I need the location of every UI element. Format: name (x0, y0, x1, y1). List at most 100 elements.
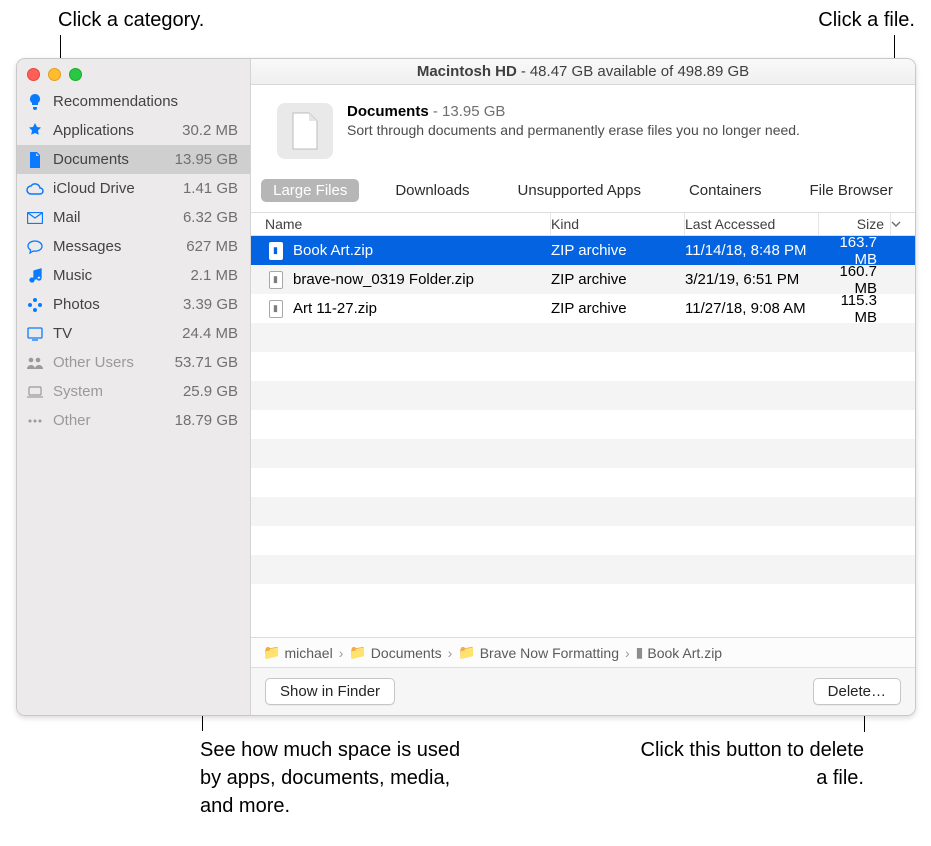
table-row-empty (251, 555, 915, 584)
file-kind: ZIP archive (551, 271, 685, 288)
sidebar-item-applications[interactable]: Applications 30.2 MB (17, 116, 250, 145)
ellipsis-icon (25, 418, 45, 424)
document-large-icon (277, 103, 333, 159)
users-icon (25, 357, 45, 369)
file-date: 11/27/18, 9:08 AM (685, 300, 819, 317)
sidebar-item-other-users[interactable]: Other Users 53.71 GB (17, 348, 250, 377)
folder-icon: 📁 (263, 644, 280, 661)
sidebar-item-label: Other Users (53, 354, 167, 371)
summary-size: 13.95 GB (442, 103, 505, 120)
summary: Documents - 13.95 GB Sort through docume… (251, 85, 915, 173)
photos-icon (25, 297, 45, 313)
column-kind[interactable]: Kind (551, 213, 685, 235)
folder-icon: 📁 (349, 644, 366, 661)
sidebar-item-size: 25.9 GB (183, 383, 238, 400)
folder-icon: 📁 (458, 644, 475, 661)
tab-file-browser[interactable]: File Browser (798, 179, 905, 202)
sidebar-item-label: Documents (53, 151, 167, 168)
tab-containers[interactable]: Containers (677, 179, 774, 202)
window-controls (17, 59, 250, 87)
table-row-empty (251, 352, 915, 381)
callout-category: Click a category. (58, 6, 204, 34)
sidebar-item-recommendations[interactable]: Recommendations (17, 87, 250, 116)
table-row-empty (251, 323, 915, 352)
tabs: Large Files Downloads Unsupported Apps C… (251, 173, 915, 212)
sidebar-item-label: Music (53, 267, 182, 284)
table-row[interactable]: ▮Book Art.zip ZIP archive 11/14/18, 8:48… (251, 236, 915, 265)
tab-large-files[interactable]: Large Files (261, 179, 359, 202)
summary-title: Documents (347, 103, 429, 120)
path-segment[interactable]: Book Art.zip (647, 645, 722, 661)
table-row-empty (251, 497, 915, 526)
sidebar-item-icloud[interactable]: iCloud Drive 1.41 GB (17, 174, 250, 203)
messages-icon (25, 240, 45, 254)
disk-name: Macintosh HD (417, 63, 517, 80)
table-row-empty (251, 381, 915, 410)
laptop-icon (25, 386, 45, 398)
chevron-down-icon (891, 221, 901, 227)
callout-delete: Click this button to delete a file. (634, 736, 864, 792)
sidebar-item-mail[interactable]: Mail 6.32 GB (17, 203, 250, 232)
sidebar-item-size: 2.1 MB (190, 267, 238, 284)
music-icon (25, 268, 45, 284)
sidebar-item-label: iCloud Drive (53, 180, 175, 197)
delete-button[interactable]: Delete… (813, 678, 901, 705)
close-button[interactable] (27, 68, 40, 81)
sidebar-item-tv[interactable]: TV 24.4 MB (17, 319, 250, 348)
callout-line (864, 716, 865, 732)
file-size: 115.3 MB (819, 292, 891, 326)
table-row[interactable]: ▮brave-now_0319 Folder.zip ZIP archive 3… (251, 265, 915, 294)
mail-icon (25, 212, 45, 224)
document-icon (25, 152, 45, 168)
zip-file-icon: ▮ (269, 300, 283, 318)
sidebar-item-size: 24.4 MB (182, 325, 238, 342)
column-size[interactable]: Size (819, 213, 891, 235)
sidebar-item-music[interactable]: Music 2.1 MB (17, 261, 250, 290)
sidebar: Recommendations Applications 30.2 MB Doc… (17, 59, 251, 715)
window-title: Macintosh HD - 48.47 GB available of 498… (251, 59, 915, 85)
show-in-finder-button[interactable]: Show in Finder (265, 678, 395, 705)
chevron-right-icon: › (446, 645, 455, 661)
path-bar: 📁 michael › 📁 Documents › 📁 Brave Now Fo… (251, 637, 915, 667)
sidebar-item-size: 6.32 GB (183, 209, 238, 226)
tab-unsupported-apps[interactable]: Unsupported Apps (506, 179, 653, 202)
tv-icon (25, 327, 45, 341)
summary-desc: Sort through documents and permanently e… (347, 122, 800, 138)
path-segment[interactable]: michael (284, 645, 332, 661)
cloud-icon (25, 183, 45, 195)
table-row-empty (251, 468, 915, 497)
sidebar-item-messages[interactable]: Messages 627 MB (17, 232, 250, 261)
path-segment[interactable]: Documents (371, 645, 442, 661)
file-list: ▮Book Art.zip ZIP archive 11/14/18, 8:48… (251, 236, 915, 637)
sidebar-item-label: Mail (53, 209, 175, 226)
tab-downloads[interactable]: Downloads (383, 179, 481, 202)
sidebar-item-label: Photos (53, 296, 175, 313)
zoom-button[interactable] (69, 68, 82, 81)
column-options-menu[interactable] (891, 213, 915, 235)
sidebar-item-documents[interactable]: Documents 13.95 GB (17, 145, 250, 174)
sidebar-item-other[interactable]: Other 18.79 GB (17, 406, 250, 435)
apps-icon (25, 123, 45, 139)
sidebar-item-photos[interactable]: Photos 3.39 GB (17, 290, 250, 319)
chevron-right-icon: › (623, 645, 632, 661)
callout-space: See how much space is used by apps, docu… (200, 736, 480, 820)
sidebar-item-label: TV (53, 325, 174, 342)
column-name[interactable]: Name (251, 213, 551, 235)
file-name: brave-now_0319 Folder.zip (293, 271, 474, 288)
table-row[interactable]: ▮ Art 11-27.zip ZIP archive 11/27/18, 9:0… (251, 294, 915, 323)
path-segment[interactable]: Brave Now Formatting (480, 645, 619, 661)
column-last-accessed[interactable]: Last Accessed (685, 213, 819, 235)
sidebar-item-size: 18.79 GB (175, 412, 238, 429)
sidebar-item-label: Messages (53, 238, 178, 255)
file-name: Art 11-27.zip (293, 300, 377, 317)
disk-available: 48.47 GB available of 498.89 GB (530, 63, 749, 80)
callout-file: Click a file. (818, 6, 915, 34)
sidebar-item-size: 53.71 GB (175, 354, 238, 371)
table-row-empty (251, 410, 915, 439)
sidebar-item-size: 627 MB (186, 238, 238, 255)
bottom-toolbar: Show in Finder Delete… (251, 667, 915, 715)
file-date: 11/14/18, 8:48 PM (685, 242, 819, 259)
sidebar-item-system[interactable]: System 25.9 GB (17, 377, 250, 406)
minimize-button[interactable] (48, 68, 61, 81)
file-kind: ZIP archive (551, 300, 685, 317)
